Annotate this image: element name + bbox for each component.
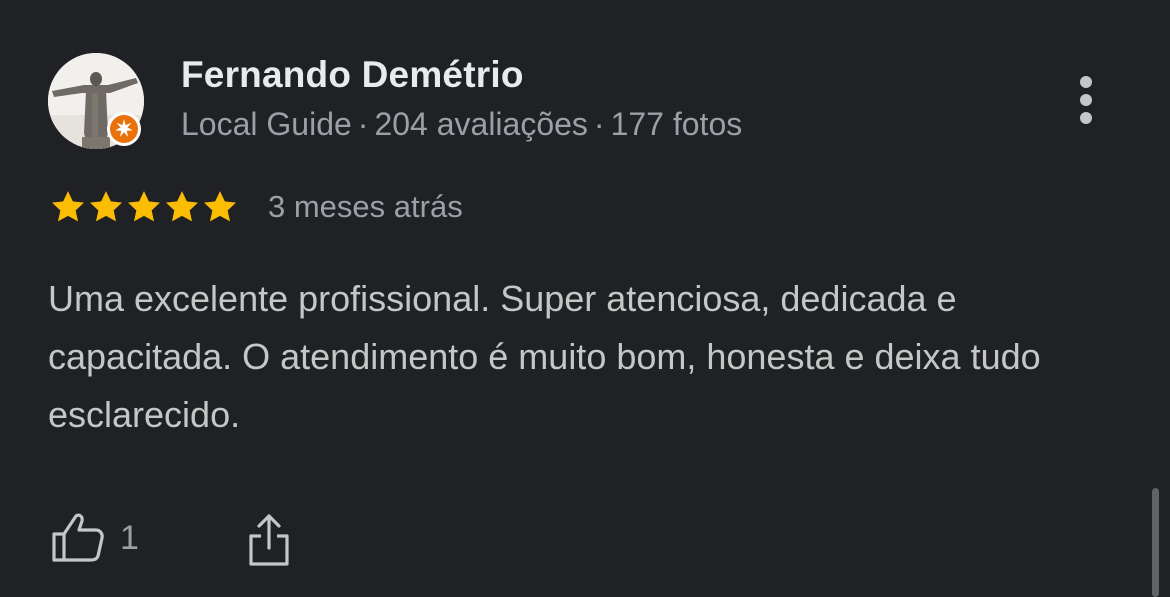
- photos-count: 177 fotos: [610, 106, 743, 142]
- reviews-count: 204 avaliações: [374, 106, 588, 142]
- star-icon: [52, 191, 84, 222]
- star-icon: [128, 191, 160, 222]
- review-date: 3 meses atrás: [268, 189, 463, 224]
- star-icon: [166, 191, 198, 222]
- review-card: Fernando Demétrio Local Guide · 204 avalia…: [0, 0, 1170, 597]
- more-vertical-icon: [1080, 76, 1092, 124]
- review-text: Uma excelente profissional. Super atenci…: [48, 278, 1041, 435]
- scrollbar-thumb[interactable]: [1152, 488, 1159, 597]
- author-name[interactable]: Fernando Demétrio: [181, 54, 524, 96]
- like-count: 1: [120, 518, 139, 557]
- star-icon: [204, 191, 236, 222]
- separator: ·: [357, 106, 369, 142]
- star-icon: [90, 191, 122, 222]
- share-icon: [249, 514, 289, 566]
- rating-row: 3 meses atrás: [48, 186, 463, 228]
- separator: ·: [593, 106, 605, 142]
- local-guide-label: Local Guide: [181, 106, 352, 142]
- author-avatar-button[interactable]: [48, 53, 144, 149]
- more-options-button[interactable]: [1066, 72, 1106, 132]
- author-meta: Local Guide · 204 avaliações · 177 fotos: [181, 106, 742, 143]
- star-rating: [48, 187, 238, 227]
- share-button[interactable]: [244, 510, 294, 570]
- local-guide-badge-icon: [106, 111, 142, 147]
- like-button[interactable]: 1: [48, 508, 139, 568]
- thumbs-up-icon: [52, 513, 104, 562]
